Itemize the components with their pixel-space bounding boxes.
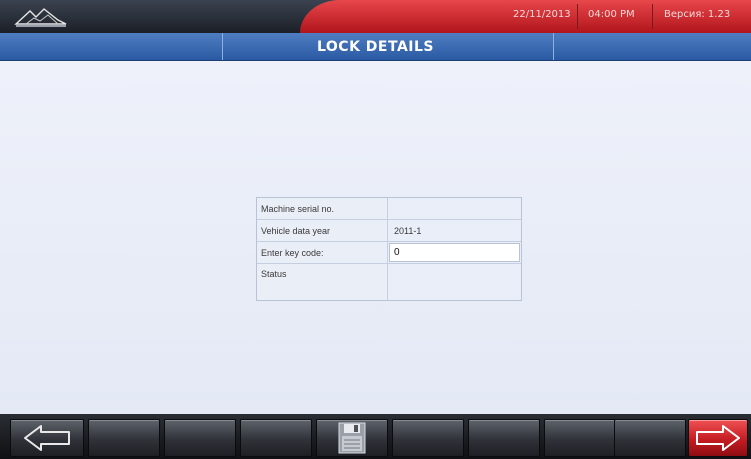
toolbar-button-empty[interactable] <box>614 419 686 457</box>
toolbar-button-empty[interactable] <box>88 419 160 457</box>
data-year-label: Vehicle data year <box>257 220 388 241</box>
table-row: Machine serial no. <box>257 198 521 220</box>
save-button[interactable] <box>316 419 388 457</box>
title-bar: LOCK DETAILS <box>0 33 751 61</box>
serial-value <box>388 198 521 219</box>
toolbar-button-empty[interactable] <box>240 419 312 457</box>
status-label: Status <box>257 264 388 300</box>
arrow-left-icon <box>24 425 70 451</box>
header-version: Версия: 1.23 <box>664 9 731 20</box>
toolbar-button-empty[interactable] <box>392 419 464 457</box>
table-row: Status <box>257 264 521 300</box>
toolbar-button-empty[interactable] <box>544 419 616 457</box>
table-row: Vehicle data year 2011-1 <box>257 220 521 242</box>
toolbar-button-empty[interactable] <box>164 419 236 457</box>
header-date: 22/11/2013 <box>513 9 571 20</box>
header-time: 04:00 PM <box>588 9 635 20</box>
toolbar-button-empty[interactable] <box>468 419 540 457</box>
data-year-value: 2011-1 <box>394 225 422 236</box>
serial-label: Machine serial no. <box>257 198 388 219</box>
table-row: Enter key code: 0 <box>257 242 521 264</box>
key-code-label: Enter key code: <box>257 242 388 263</box>
save-disk-icon <box>338 422 366 454</box>
lock-details-table: Machine serial no. Vehicle data year 201… <box>256 197 522 301</box>
header-divider <box>577 4 578 29</box>
mountain-logo-icon <box>14 8 67 27</box>
header-divider <box>652 4 653 29</box>
page-title: LOCK DETAILS <box>316 39 434 55</box>
next-button[interactable] <box>688 419 748 457</box>
bottom-toolbar <box>0 414 751 459</box>
arrow-right-icon <box>696 425 740 451</box>
status-value <box>388 264 521 300</box>
back-button[interactable] <box>10 419 84 457</box>
main-panel: Machine serial no. Vehicle data year 201… <box>0 61 751 414</box>
key-code-input[interactable]: 0 <box>389 243 520 262</box>
top-bar: 22/11/2013 04:00 PM Версия: 1.23 <box>0 0 751 33</box>
